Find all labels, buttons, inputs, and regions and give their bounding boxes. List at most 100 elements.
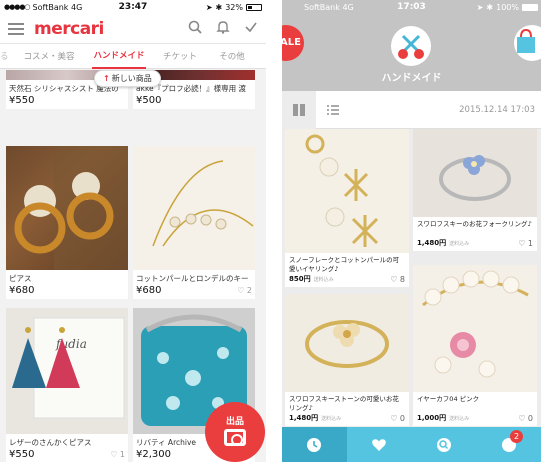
list-view-button[interactable]	[316, 91, 350, 129]
item-card[interactable]: スワロフスキーのお花フォークリング♪ 1,480円 送料込み ♡ 1	[413, 129, 537, 251]
sale-label: ALE	[282, 37, 301, 48]
item-price: ¥680	[9, 285, 35, 296]
item-title: スワロフスキーのお花フォークリング♪	[417, 220, 532, 228]
tab-tickets[interactable]: チケット	[148, 50, 212, 62]
bottom-nav: 2	[282, 427, 541, 462]
clock-icon	[307, 437, 322, 452]
item-title: ピアス	[9, 274, 32, 283]
like-count-value: 1	[119, 450, 125, 459]
item-price: 1,000円	[417, 414, 447, 422]
view-toolbar: 2015.12.14 17:03	[282, 90, 541, 129]
checkmark-icon[interactable]	[244, 20, 258, 38]
like-count[interactable]: ♡ 2	[237, 286, 252, 295]
item-grid: スノーフレークとコットンパールの可愛いイヤリング♪ 850円 送料込み ♡ 8 スワ…	[282, 129, 541, 427]
item-image	[413, 265, 537, 392]
item-image: fudia	[6, 308, 128, 434]
snowflake-earring-photo	[305, 134, 379, 247]
item-price: ¥680	[136, 285, 162, 296]
category-tabs: る コスメ・美容 ハンドメイド チケット その他	[0, 44, 266, 69]
status-bar: ●●●●○ SoftBank 4G 23:47 ➤ ✱ 32%	[0, 0, 266, 14]
nav-search[interactable]	[412, 427, 477, 462]
bell-icon[interactable]	[216, 20, 230, 38]
like-count[interactable]: ♡ 0	[518, 414, 533, 423]
like-count-value: 1	[527, 238, 533, 248]
like-count-value: 0	[527, 413, 533, 423]
arrow-up-icon: ↑	[103, 74, 110, 83]
new-items-button[interactable]: ↑ 新しい商品	[94, 70, 161, 87]
list-icon	[327, 104, 339, 115]
item-card[interactable]: スノーフレークとコットンパールの可愛いイヤリング♪ 850円 送料込み ♡ 8	[285, 129, 409, 287]
item-title: スワロフスキーストーンの可愛いお花リング♪	[289, 395, 399, 412]
item-card[interactable]: スワロフスキーストーンの可愛いお花リング♪ 1,480円 送料込み ♡ 0	[285, 294, 409, 426]
item-image	[285, 294, 409, 392]
item-title: イヤーカフ04 ピンク	[417, 395, 480, 403]
screen-divider	[266, 0, 282, 462]
like-count[interactable]: ♡ 1	[518, 239, 533, 248]
necklace-photo	[152, 160, 254, 247]
item-price: 1,480円	[417, 239, 447, 247]
like-count-value: 0	[399, 413, 405, 423]
tab-cosmetics[interactable]: コスメ・美容	[8, 50, 90, 62]
item-price: ¥500	[136, 95, 162, 106]
like-count[interactable]: ♡ 8	[390, 275, 405, 284]
like-count-value: 2	[246, 286, 252, 295]
shipping-label: 送料込み	[449, 415, 470, 422]
shopping-category-button[interactable]	[514, 25, 541, 61]
handmade-category-button[interactable]	[391, 26, 431, 66]
leather-earring-photo: fudia	[12, 317, 125, 419]
shipping-label: 送料込み	[321, 415, 342, 422]
like-count-value: 8	[399, 274, 405, 284]
item-price: 850円	[289, 275, 311, 283]
item-title: スノーフレークとコットンパールの可愛いイヤリング♪	[289, 256, 400, 273]
tab-handmade[interactable]: ハンドメイド	[90, 44, 148, 69]
camera-icon	[224, 429, 246, 446]
item-image	[285, 129, 409, 253]
item-price: ¥550	[9, 95, 35, 106]
item-title: コットンパールとロンデルのキー	[136, 274, 249, 283]
handmade-category-screen: SoftBank 4G 17:03 ➤ ✱ 100% ALE ハンドメイド 20…	[282, 0, 541, 462]
app-header: mercari	[0, 14, 266, 44]
sell-button[interactable]: 出品	[205, 402, 265, 462]
search-icon[interactable]	[188, 20, 202, 38]
nav-likes[interactable]	[347, 427, 412, 462]
item-card[interactable]: fudia レザーのさんかくピアス ¥550 ♡ 1	[6, 308, 128, 462]
updated-timestamp: 2015.12.14 17:03	[459, 104, 535, 115]
item-title: レザーのさんかくピアス	[9, 438, 92, 447]
clock: 23:47	[118, 2, 148, 12]
earring-photo	[14, 146, 128, 270]
item-price: ¥2,300	[136, 449, 171, 460]
status-bar: SoftBank 4G 17:03 ➤ ✱ 100%	[282, 0, 541, 14]
like-count[interactable]: ♡ 0	[390, 414, 405, 423]
grid-view-button[interactable]	[282, 90, 316, 129]
category-title: ハンドメイド	[381, 73, 442, 84]
item-image	[413, 129, 537, 217]
grid-icon	[293, 103, 305, 116]
fork-ring-photo	[439, 155, 511, 201]
tab-partial[interactable]: る	[0, 50, 9, 62]
nav-news[interactable]: 2	[476, 427, 541, 462]
shopping-bag-icon	[517, 28, 535, 53]
sale-category-button[interactable]: ALE	[282, 25, 304, 61]
item-image	[6, 146, 128, 270]
item-card[interactable]: コットンパールとロンデルのキー ¥680 ♡ 2	[133, 146, 255, 299]
app-logo: mercari	[34, 18, 104, 39]
like-count[interactable]: ♡ 1	[110, 450, 125, 459]
search-icon	[436, 437, 451, 452]
heart-icon	[372, 438, 386, 451]
scissors-icon	[398, 34, 424, 59]
item-card[interactable]: ピアス ¥680	[6, 146, 128, 299]
ear-cuff-photo	[422, 270, 529, 378]
nav-timeline[interactable]	[282, 427, 347, 462]
battery-icon	[246, 3, 262, 11]
item-image	[133, 146, 255, 270]
menu-icon[interactable]	[8, 22, 24, 35]
item-card[interactable]: イヤーカフ04 ピンク 1,000円 送料込み ♡ 0	[413, 265, 537, 426]
tab-other[interactable]: その他	[212, 50, 252, 62]
shipping-label: 送料込み	[313, 276, 334, 283]
category-header: SoftBank 4G 17:03 ➤ ✱ 100% ALE ハンドメイド	[282, 0, 541, 91]
clock: 17:03	[397, 2, 426, 12]
shipping-label: 送料込み	[449, 240, 470, 247]
notification-badge: 2	[510, 430, 523, 443]
new-items-label: 新しい商品	[111, 74, 152, 83]
sell-label: 出品	[225, 417, 244, 427]
